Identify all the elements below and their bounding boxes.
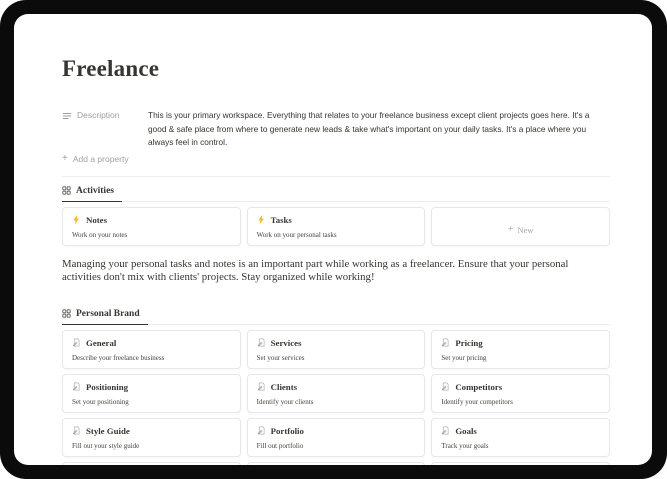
card-general[interactable]: General Describe your freelance business <box>62 329 241 369</box>
page-title: Freelance <box>62 56 160 81</box>
page-pencil-icon <box>257 426 266 435</box>
activities-gallery: Notes Work on your notes Tasks Work on your… <box>62 206 610 246</box>
add-property-button[interactable]: + Add a property <box>62 153 610 166</box>
card-subtitle: Set your pricing <box>441 353 487 362</box>
card-title: General <box>86 337 117 348</box>
tab-activities[interactable]: Activities <box>62 182 122 202</box>
description-value[interactable]: This is your primary workspace. Everythi… <box>148 109 610 150</box>
tab-activities-label: Activities <box>76 185 114 196</box>
card-testimonials[interactable]: Testimonials <box>246 461 426 465</box>
card-subtitle: Identify your clients <box>256 397 314 406</box>
plus-icon: + <box>507 223 514 235</box>
page-pencil-icon <box>441 338 450 347</box>
lightning-icon <box>72 215 81 224</box>
card-title: Portfolio <box>270 425 304 436</box>
page-pencil-icon <box>257 382 266 391</box>
card-empty[interactable] <box>431 461 610 465</box>
card-title: Notes <box>86 214 108 225</box>
page-pencil-icon <box>72 382 81 391</box>
card-subtitle: Fill out your style guide <box>72 441 140 450</box>
page-pencil-icon <box>441 426 450 435</box>
tab-personal-brand[interactable]: Personal Brand <box>62 305 148 325</box>
activities-tab-bar: Activities <box>62 182 610 202</box>
description-label-text: Description <box>77 110 120 120</box>
card-subtitle: Set your positioning <box>72 397 129 406</box>
card-tasks[interactable]: Tasks Work on your personal tasks <box>246 206 426 246</box>
card-subtitle: Describe your freelance business <box>72 353 165 362</box>
lightning-icon <box>257 215 266 224</box>
plus-icon: + <box>62 153 68 164</box>
new-card[interactable]: + New <box>431 206 610 246</box>
card-title: Clients <box>270 381 298 392</box>
personal-brand-gallery: General Describe your freelance business S… <box>62 329 610 465</box>
description-property-label[interactable]: Description <box>62 109 148 122</box>
notion-page: Freelance Description This is your prima… <box>14 14 652 465</box>
card-style-guide[interactable]: Style Guide Fill out your style guide <box>62 417 241 457</box>
card-subtitle: Fill out portfolio <box>256 441 304 450</box>
card-subtitle: Work on your personal tasks <box>256 230 337 239</box>
gallery-view-icon <box>62 186 71 195</box>
page-pencil-icon <box>441 382 450 391</box>
card-title: Style Guide <box>86 425 130 436</box>
card-notes[interactable]: Notes Work on your notes <box>62 206 241 246</box>
personal-brand-tab-bar: Personal Brand <box>62 305 610 325</box>
card-clients[interactable]: Clients Identify your clients <box>246 373 426 413</box>
description-property-row: Description This is your primary workspa… <box>62 109 610 150</box>
page-pencil-icon <box>72 338 81 347</box>
card-title: Tasks <box>270 214 292 225</box>
card-title: Positioning <box>86 381 129 392</box>
card-services[interactable]: Services Set your services <box>246 329 426 369</box>
card-subtitle: Track your goals <box>441 441 489 450</box>
card-competitors[interactable]: Competitors Identify your competitors <box>431 373 610 413</box>
card-subtitle: Set your services <box>256 353 305 362</box>
card-pricing[interactable]: Pricing Set your pricing <box>431 329 610 369</box>
card-subtitle: Identify your competitors <box>441 397 513 406</box>
gallery-view-icon <box>62 309 71 318</box>
page-pencil-icon <box>257 338 266 347</box>
card-portfolio[interactable]: Portfolio Fill out portfolio <box>246 417 426 457</box>
add-property-label: Add a property <box>72 153 129 164</box>
card-title: Competitors <box>455 381 503 392</box>
card-title: Pricing <box>455 337 483 348</box>
note-paragraph: Managing your personal tasks and notes i… <box>62 257 569 284</box>
tab-personal-brand-label: Personal Brand <box>76 308 140 319</box>
card-title: Services <box>270 337 302 348</box>
card-goals[interactable]: Goals Track your goals <box>431 417 610 457</box>
card-subtitle: Work on your notes <box>72 230 128 239</box>
section-divider <box>62 175 610 177</box>
text-lines-icon <box>62 111 72 121</box>
page-pencil-icon <box>72 426 81 435</box>
card-positioning[interactable]: Positioning Set your positioning <box>62 373 241 413</box>
card-title: Goals <box>455 425 477 436</box>
card-reflection[interactable]: Reflection <box>62 461 241 465</box>
new-card-label: New <box>517 224 534 235</box>
